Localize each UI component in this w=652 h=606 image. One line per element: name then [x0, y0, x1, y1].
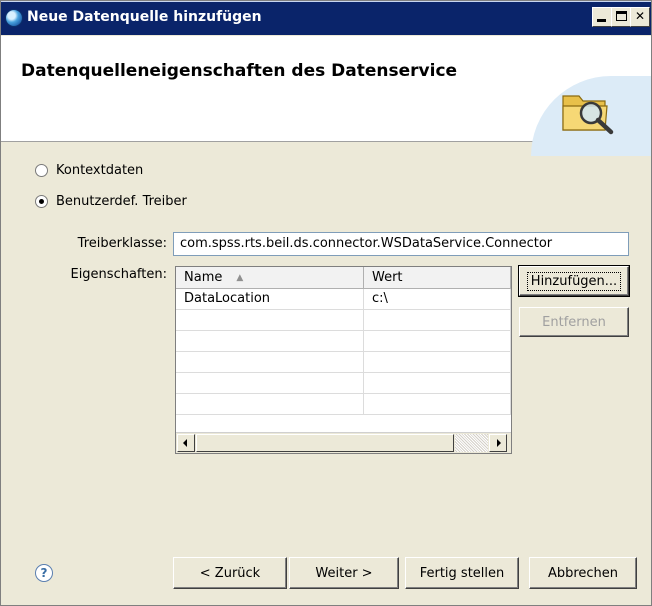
- column-header-wert[interactable]: Wert: [364, 267, 511, 289]
- driver-class-input[interactable]: com.spss.rts.beil.ds.connector.WSDataSer…: [173, 232, 629, 256]
- table-row[interactable]: [176, 310, 511, 331]
- scroll-left-button[interactable]: [177, 434, 195, 452]
- table-cell-wert[interactable]: [364, 310, 511, 331]
- table-row[interactable]: DataLocation c:\: [176, 289, 511, 310]
- help-icon[interactable]: ?: [35, 564, 53, 582]
- close-icon: ✕: [634, 9, 646, 23]
- maximize-button[interactable]: [611, 7, 631, 27]
- table-cell-wert[interactable]: [364, 352, 511, 373]
- radio-kontextdaten[interactable]: Kontextdaten: [35, 163, 143, 178]
- minimize-button[interactable]: [592, 7, 612, 27]
- scroll-right-button[interactable]: [489, 434, 507, 452]
- properties-table[interactable]: Name ▲ Wert DataLocation c:\: [175, 266, 512, 454]
- close-button[interactable]: ✕: [630, 7, 650, 27]
- cancel-button[interactable]: Abbrechen: [529, 557, 637, 589]
- table-cell-name[interactable]: [176, 331, 364, 352]
- sort-ascending-icon: ▲: [236, 272, 244, 283]
- next-button[interactable]: Weiter >: [289, 557, 399, 589]
- title-bar[interactable]: Neue Datenquelle hinzufügen ✕: [1, 1, 651, 35]
- maximize-icon: [616, 11, 627, 21]
- column-header-name[interactable]: Name ▲: [176, 267, 364, 289]
- table-cell-wert[interactable]: c:\: [364, 289, 511, 310]
- add-property-button[interactable]: Hinzufügen...: [518, 265, 630, 297]
- table-body: DataLocation c:\: [176, 289, 511, 415]
- window-title: Neue Datenquelle hinzufügen: [27, 9, 262, 25]
- finish-button[interactable]: Fertig stellen: [405, 557, 519, 589]
- radio-button[interactable]: [35, 164, 48, 177]
- table-row[interactable]: [176, 373, 511, 394]
- table-row[interactable]: [176, 352, 511, 373]
- properties-label: Eigenschaften:: [70, 267, 167, 282]
- table-cell-name[interactable]: DataLocation: [176, 289, 364, 310]
- globe-icon: [5, 9, 23, 27]
- radio-button-checked[interactable]: [35, 195, 48, 208]
- table-header: Name ▲ Wert: [176, 267, 511, 289]
- table-row[interactable]: [176, 394, 511, 415]
- table-cell-wert[interactable]: [364, 373, 511, 394]
- dialog-window: Neue Datenquelle hinzufügen ✕ Datenquell…: [0, 0, 652, 606]
- radio-custom-driver[interactable]: Benutzerdef. Treiber: [35, 194, 187, 209]
- scroll-thumb[interactable]: [196, 434, 454, 452]
- horizontal-scrollbar[interactable]: [176, 432, 511, 453]
- scroll-track[interactable]: [455, 434, 488, 452]
- radio-label: Kontextdaten: [56, 163, 144, 178]
- table-cell-name[interactable]: [176, 310, 364, 331]
- minimize-icon: [597, 19, 606, 22]
- remove-property-button[interactable]: Entfernen: [519, 307, 629, 337]
- table-cell-name[interactable]: [176, 373, 364, 394]
- table-cell-name[interactable]: [176, 394, 364, 415]
- arrow-right-icon: [497, 439, 501, 447]
- arrow-left-icon: [183, 439, 187, 447]
- radio-label: Benutzerdef. Treiber: [56, 194, 187, 209]
- table-cell-wert[interactable]: [364, 331, 511, 352]
- back-button[interactable]: < Zurück: [173, 557, 287, 589]
- page-heading: Datenquelleneigenschaften des Datenservi…: [21, 61, 458, 81]
- table-cell-wert[interactable]: [364, 394, 511, 415]
- table-row[interactable]: [176, 331, 511, 352]
- wizard-header: Datenquelleneigenschaften des Datenservi…: [1, 36, 651, 156]
- driver-class-label: Treiberklasse:: [77, 236, 167, 251]
- folder-search-icon: [562, 95, 614, 135]
- table-cell-name[interactable]: [176, 352, 364, 373]
